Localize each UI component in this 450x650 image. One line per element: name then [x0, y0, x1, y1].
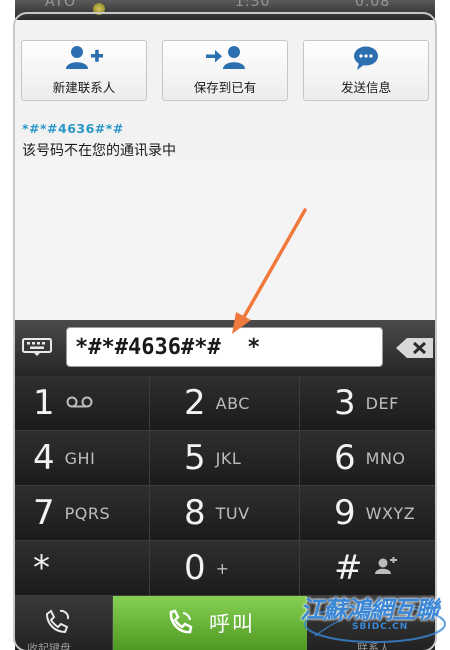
key-letters: ABC	[215, 393, 250, 413]
key-digit: 0	[184, 548, 206, 588]
key-0[interactable]: 0 +	[150, 541, 300, 596]
key-letters: TUV	[215, 503, 250, 523]
dial-input-row: *#*#4636#*# *	[15, 320, 435, 376]
key-5[interactable]: 5 JKL	[150, 431, 300, 486]
keypad: 1 2 ABC 3 DEF 4 GHI 5 JKL 6 MNO 7 PQRS 8…	[15, 376, 435, 596]
call-label: 呼叫	[209, 612, 255, 636]
key-2[interactable]: 2 ABC	[150, 376, 300, 431]
key-digit: 1	[33, 383, 55, 423]
send-message-button[interactable]: 发送信息	[303, 40, 429, 101]
phone-number-input[interactable]: *#*#4636#*# *	[66, 327, 383, 367]
key-3[interactable]: 3 DEF	[300, 376, 435, 431]
call-log-button[interactable]: 收起键盘	[15, 596, 113, 650]
key-star[interactable]: *	[15, 541, 150, 596]
key-digit: 2	[184, 383, 206, 423]
key-letters: WXYZ	[365, 503, 416, 523]
pause-icon	[373, 557, 399, 579]
key-digit: 4	[33, 438, 55, 478]
key-digit: 8	[184, 493, 206, 533]
hide-keypad-label: 收起键盘	[27, 642, 71, 650]
message-icon	[351, 45, 381, 71]
status-notification-icon	[93, 3, 105, 15]
voicemail-icon	[65, 394, 95, 413]
key-6[interactable]: 6 MNO	[300, 431, 435, 486]
not-in-contacts-text: 该号码不在您的通讯录中	[22, 143, 176, 159]
key-4[interactable]: 4 GHI	[15, 431, 150, 486]
keyboard-icon[interactable]	[22, 338, 52, 356]
watermark-subtitle: SBIDC.CN	[352, 622, 409, 632]
key-9[interactable]: 9 WXYZ	[300, 486, 435, 541]
add-contact-label: 新建联系人	[52, 80, 116, 95]
phone-icon	[169, 609, 193, 634]
status-bar: ATO 1:30 0.08	[15, 0, 435, 20]
key-8[interactable]: 8 TUV	[150, 486, 300, 541]
key-letters: MNO	[365, 448, 406, 468]
dialed-number: *#*#4636#*#	[22, 121, 124, 136]
key-1[interactable]: 1	[15, 376, 150, 431]
key-letters: GHI	[64, 448, 96, 468]
save-to-existing-icon	[204, 45, 246, 71]
key-digit: #	[334, 548, 363, 588]
key-letters: +	[215, 558, 230, 578]
save-to-existing-button[interactable]: 保存到已有	[162, 40, 288, 101]
send-message-label: 发送信息	[340, 80, 391, 95]
screen: ATO 1:30 0.08 新建联系人 保存到已有 发送信息 *#*#4636#…	[0, 0, 450, 650]
key-digit: 3	[334, 383, 356, 423]
key-letters: DEF	[365, 393, 399, 413]
dialer-content: 新建联系人 保存到已有 发送信息 *#*#4636#*# 该号码不在您的通讯录中	[15, 20, 435, 320]
action-bar: 新建联系人 保存到已有 发送信息	[15, 20, 435, 120]
watermark-title: 江蘇鴻網互聯	[300, 596, 439, 624]
status-time: 1:30	[235, 0, 271, 10]
key-digit: *	[33, 548, 50, 588]
backspace-icon[interactable]	[395, 337, 435, 359]
status-right-text: 0.08	[355, 0, 391, 10]
key-7[interactable]: 7 PQRS	[15, 486, 150, 541]
add-contact-icon	[63, 45, 105, 71]
key-digit: 5	[184, 438, 206, 478]
key-digit: 6	[334, 438, 356, 478]
key-letters: JKL	[215, 448, 242, 468]
status-left-text: ATO	[45, 0, 77, 10]
key-letters: PQRS	[64, 503, 111, 523]
add-contact-button[interactable]: 新建联系人	[21, 40, 147, 101]
key-digit: 7	[33, 493, 55, 533]
empty-area	[15, 158, 435, 320]
call-log-icon	[45, 609, 70, 634]
key-digit: 9	[334, 493, 356, 533]
save-to-existing-label: 保存到已有	[193, 80, 257, 95]
number-info: *#*#4636#*# 该号码不在您的通讯录中	[15, 120, 435, 159]
call-button[interactable]: 呼叫	[113, 596, 307, 650]
